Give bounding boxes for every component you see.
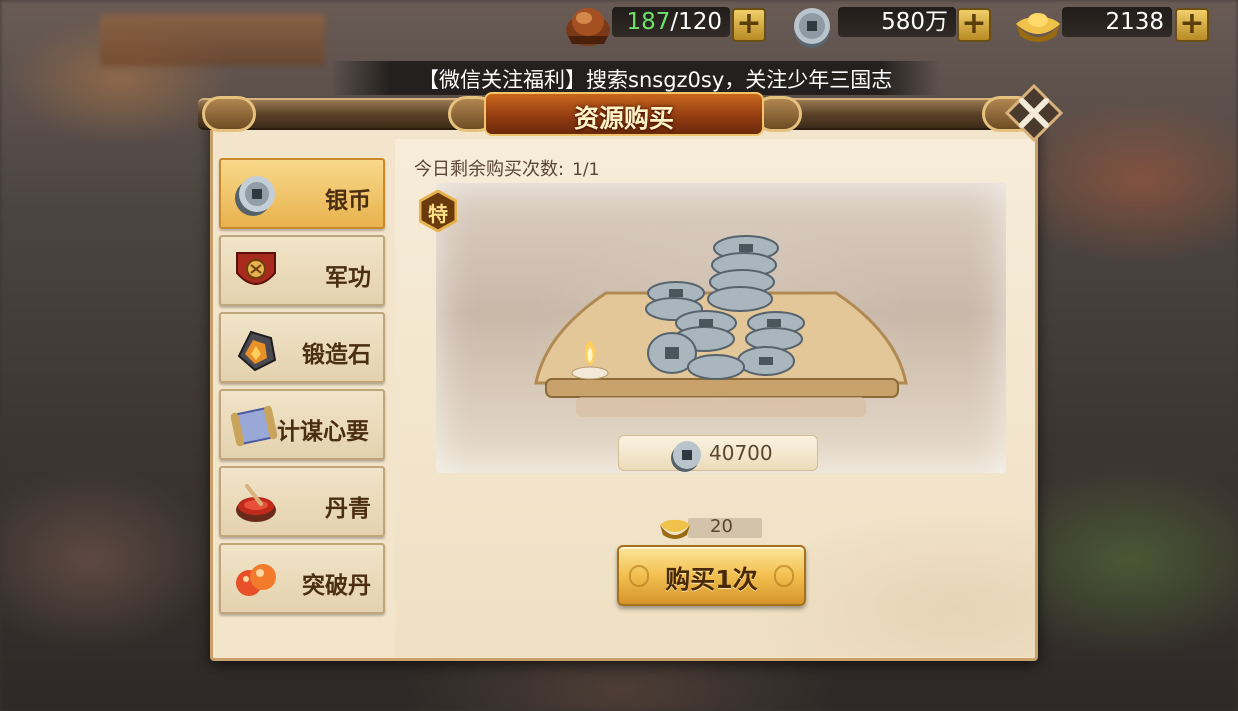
close-button[interactable] (1004, 83, 1064, 143)
paint-bowl-icon (236, 484, 276, 522)
buy-once-label: 购买1次 (665, 565, 758, 594)
tab-paint-label: 丹青 (325, 496, 371, 522)
reward-amount: 40700 (709, 441, 773, 465)
cost-value: 20 (710, 516, 733, 537)
close-icon (1004, 83, 1064, 143)
breakthrough-pill-icon (236, 564, 276, 596)
add-silver-button[interactable]: + (957, 8, 991, 42)
gold-ingot-icon (1012, 6, 1064, 48)
silver-coin-icon (790, 6, 838, 50)
gold-counter: 2138 (1062, 7, 1172, 37)
silver-value: 580万 (881, 9, 948, 35)
dialog-title-bar: 资源购买 (198, 92, 1038, 140)
tab-forge-stone-label: 锻造石 (302, 342, 371, 368)
announcement-marquee: 【微信关注福利】搜索snsgz0sy，关注少年三国志 (330, 61, 940, 95)
reward-illustration (436, 183, 1006, 473)
military-merit-icon (560, 0, 616, 50)
special-badge-text: 特 (428, 202, 448, 226)
tab-breakthrough-label: 突破丹 (302, 573, 371, 599)
tab-merit-label: 军功 (325, 265, 371, 291)
tab-strategy-label: 计谋心要 (277, 419, 369, 445)
forge-stone-icon (237, 330, 277, 372)
tab-merit[interactable]: 军功 (219, 235, 385, 306)
silver-counter: 580万 (838, 7, 956, 37)
silver-coin-icon (671, 441, 701, 472)
silver-coin-icon (235, 176, 275, 216)
tab-breakthrough[interactable]: 突破丹 (219, 543, 385, 614)
strategy-scroll-icon (230, 405, 278, 447)
remaining-label: 今日剩余购买次数: (414, 159, 565, 180)
tab-strategy[interactable]: 计谋心要 (219, 389, 385, 460)
tab-silver[interactable]: 银币 (219, 158, 385, 229)
tab-forge-stone[interactable]: 锻造石 (219, 312, 385, 383)
silver-coin-pile-illustration (534, 235, 908, 417)
remaining-purchases: 今日剩余购买次数: 1/1 (414, 155, 599, 181)
merit-counter: 187/120 (612, 7, 730, 37)
gold-value: 2138 (1105, 9, 1164, 35)
backdrop-banner (100, 14, 325, 66)
tab-silver-label: 银币 (325, 188, 371, 214)
remaining-value: 1/1 (572, 160, 600, 180)
title-plate: 资源购买 (484, 92, 764, 136)
merit-current: 187 (626, 9, 671, 35)
merit-shield-icon (236, 252, 276, 285)
add-gold-button[interactable]: + (1175, 8, 1209, 42)
marquee-text: 【微信关注福利】搜索snsgz0sy，关注少年三国志 (418, 68, 893, 92)
add-merit-button[interactable]: + (732, 8, 766, 42)
reward-amount-pill: 40700 (618, 435, 818, 472)
merit-max: /120 (670, 9, 722, 35)
tab-paint[interactable]: 丹青 (219, 466, 385, 537)
buy-once-button[interactable]: 购买1次 (617, 545, 806, 606)
special-badge: 特 (418, 189, 458, 233)
purchase-cost: 20 (658, 513, 768, 543)
left-scroll-ornament (202, 96, 256, 132)
gold-ingot-icon (660, 519, 690, 539)
dialog-title: 资源购买 (573, 104, 674, 133)
